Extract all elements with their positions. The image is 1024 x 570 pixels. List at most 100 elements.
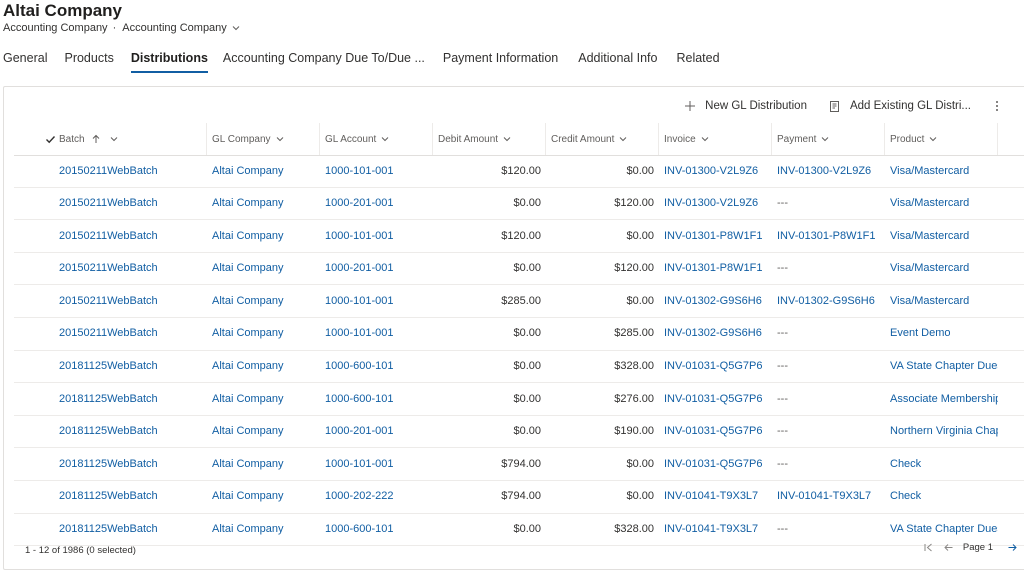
tab-additional-info[interactable]: Additional Info (578, 51, 657, 73)
cell-batch[interactable]: 20181125WebBatch (54, 514, 207, 545)
form-selector[interactable]: Accounting Company (122, 21, 241, 35)
cell-invoice[interactable]: INV-01300-V2L9Z6 (659, 155, 772, 186)
column-header-product[interactable]: Product (885, 123, 998, 155)
cell-batch[interactable]: 20150211WebBatch (54, 285, 207, 316)
tab-related[interactable]: Related (676, 51, 719, 73)
tab-due-to-due-from[interactable]: Accounting Company Due To/Due ... (223, 51, 425, 73)
column-header-credit-amount[interactable]: Credit Amount (546, 123, 659, 155)
column-header-gl-account[interactable]: GL Account (320, 123, 433, 155)
cell-invoice[interactable]: INV-01302-G9S6H6 (659, 285, 772, 316)
cell-product[interactable]: Event Demo (885, 318, 998, 349)
cell-invoice[interactable]: INV-01041-T9X3L7 (659, 514, 772, 545)
cell-product[interactable]: VA State Chapter Dues (885, 351, 998, 382)
cell-product[interactable]: Northern Virginia Chapter (885, 416, 998, 447)
column-header-invoice[interactable]: Invoice (659, 123, 772, 155)
cell-product[interactable]: Visa/Mastercard (885, 253, 998, 284)
cell-batch[interactable]: 20181125WebBatch (54, 448, 207, 479)
cell-gl-company[interactable]: Altai Company (207, 253, 320, 284)
table-row[interactable]: 20181125WebBatch Altai Company 1000-201-00… (14, 416, 1024, 449)
cell-batch[interactable]: 20150211WebBatch (54, 220, 207, 251)
cell-invoice[interactable]: INV-01031-Q5G7P6 (659, 351, 772, 382)
cell-batch[interactable]: 20150211WebBatch (54, 188, 207, 219)
cell-product[interactable]: Visa/Mastercard (885, 188, 998, 219)
select-all-checkbox[interactable] (14, 123, 56, 155)
cell-invoice[interactable]: INV-01041-T9X3L7 (659, 481, 772, 512)
column-header-batch[interactable]: Batch (54, 123, 207, 155)
cell-product[interactable]: VA State Chapter Dues (885, 514, 998, 545)
cell-batch[interactable]: 20181125WebBatch (54, 351, 207, 382)
cell-gl-account[interactable]: 1000-202-222 (320, 481, 433, 512)
cell-gl-company[interactable]: Altai Company (207, 514, 320, 545)
table-row[interactable]: 20181125WebBatch Altai Company 1000-600-10… (14, 514, 1024, 547)
tab-distributions[interactable]: Distributions (130, 51, 208, 73)
column-header-gl-company[interactable]: GL Company (207, 123, 320, 155)
cell-product[interactable]: Visa/Mastercard (885, 220, 998, 251)
table-row[interactable]: 20181125WebBatch Altai Company 1000-600-10… (14, 383, 1024, 416)
column-header-row: Batch GL Company GL Account Debit Amount… (14, 123, 1024, 156)
next-page-icon[interactable] (1007, 542, 1018, 553)
cell-product[interactable]: Visa/Mastercard (885, 285, 998, 316)
more-commands-button[interactable] (995, 100, 1008, 112)
first-page-icon[interactable] (923, 542, 934, 553)
cell-gl-account[interactable]: 1000-101-001 (320, 155, 433, 186)
cell-product[interactable]: Associate Membership (885, 383, 998, 414)
cell-payment[interactable]: INV-01301-P8W1F1 (772, 220, 885, 251)
cell-batch[interactable]: 20181125WebBatch (54, 383, 207, 414)
cell-gl-company[interactable]: Altai Company (207, 220, 320, 251)
cell-gl-account[interactable]: 1000-600-101 (320, 514, 433, 545)
table-row[interactable]: 20181125WebBatch Altai Company 1000-600-10… (14, 351, 1024, 384)
cell-gl-account[interactable]: 1000-101-001 (320, 220, 433, 251)
cell-invoice[interactable]: INV-01301-P8W1F1 (659, 220, 772, 251)
new-gl-distribution-button[interactable]: New GL Distribution (684, 100, 807, 112)
cell-gl-account[interactable]: 1000-101-001 (320, 318, 433, 349)
column-header-debit-amount[interactable]: Debit Amount (433, 123, 546, 155)
cell-gl-company[interactable]: Altai Company (207, 155, 320, 186)
cell-gl-account[interactable]: 1000-101-001 (320, 448, 433, 479)
cell-gl-account[interactable]: 1000-600-101 (320, 351, 433, 382)
table-row[interactable]: 20150211WebBatch Altai Company 1000-101-00… (14, 285, 1024, 318)
cell-gl-company[interactable]: Altai Company (207, 416, 320, 447)
cell-invoice[interactable]: INV-01300-V2L9Z6 (659, 188, 772, 219)
cell-payment[interactable]: INV-01302-G9S6H6 (772, 285, 885, 316)
table-row[interactable]: 20181125WebBatch Altai Company 1000-101-00… (14, 448, 1024, 481)
cell-invoice[interactable]: INV-01031-Q5G7P6 (659, 448, 772, 479)
previous-page-icon[interactable] (943, 542, 954, 553)
cell-batch[interactable]: 20181125WebBatch (54, 481, 207, 512)
cell-gl-company[interactable]: Altai Company (207, 383, 320, 414)
cell-gl-company[interactable]: Altai Company (207, 351, 320, 382)
cell-gl-account[interactable]: 1000-201-001 (320, 416, 433, 447)
cell-product[interactable]: Check (885, 448, 998, 479)
cell-gl-company[interactable]: Altai Company (207, 188, 320, 219)
cell-gl-company[interactable]: Altai Company (207, 285, 320, 316)
cell-batch[interactable]: 20150211WebBatch (54, 318, 207, 349)
table-row[interactable]: 20150211WebBatch Altai Company 1000-101-00… (14, 155, 1024, 188)
column-header-payment[interactable]: Payment (772, 123, 885, 155)
cell-invoice[interactable]: INV-01031-Q5G7P6 (659, 383, 772, 414)
cell-payment[interactable]: INV-01300-V2L9Z6 (772, 155, 885, 186)
table-row[interactable]: 20150211WebBatch Altai Company 1000-201-00… (14, 188, 1024, 221)
cell-gl-account[interactable]: 1000-600-101 (320, 383, 433, 414)
add-existing-gl-distribution-button[interactable]: Add Existing GL Distri... (829, 100, 971, 113)
tab-general[interactable]: General (3, 51, 47, 73)
cell-gl-company[interactable]: Altai Company (207, 448, 320, 479)
table-row[interactable]: 20150211WebBatch Altai Company 1000-201-00… (14, 253, 1024, 286)
cell-invoice[interactable]: INV-01302-G9S6H6 (659, 318, 772, 349)
cell-gl-account[interactable]: 1000-201-001 (320, 188, 433, 219)
table-row[interactable]: 20150211WebBatch Altai Company 1000-101-00… (14, 318, 1024, 351)
cell-batch[interactable]: 20150211WebBatch (54, 253, 207, 284)
table-row[interactable]: 20181125WebBatch Altai Company 1000-202-22… (14, 481, 1024, 514)
table-row[interactable]: 20150211WebBatch Altai Company 1000-101-00… (14, 220, 1024, 253)
cell-invoice[interactable]: INV-01031-Q5G7P6 (659, 416, 772, 447)
tab-products[interactable]: Products (64, 51, 113, 73)
tab-payment-information[interactable]: Payment Information (443, 51, 558, 73)
cell-payment[interactable]: INV-01041-T9X3L7 (772, 481, 885, 512)
cell-batch[interactable]: 20181125WebBatch (54, 416, 207, 447)
cell-gl-account[interactable]: 1000-201-001 (320, 253, 433, 284)
cell-invoice[interactable]: INV-01301-P8W1F1 (659, 253, 772, 284)
cell-product[interactable]: Visa/Mastercard (885, 155, 998, 186)
cell-batch[interactable]: 20150211WebBatch (54, 155, 207, 186)
cell-product[interactable]: Check (885, 481, 998, 512)
cell-gl-account[interactable]: 1000-101-001 (320, 285, 433, 316)
cell-gl-company[interactable]: Altai Company (207, 318, 320, 349)
cell-gl-company[interactable]: Altai Company (207, 481, 320, 512)
